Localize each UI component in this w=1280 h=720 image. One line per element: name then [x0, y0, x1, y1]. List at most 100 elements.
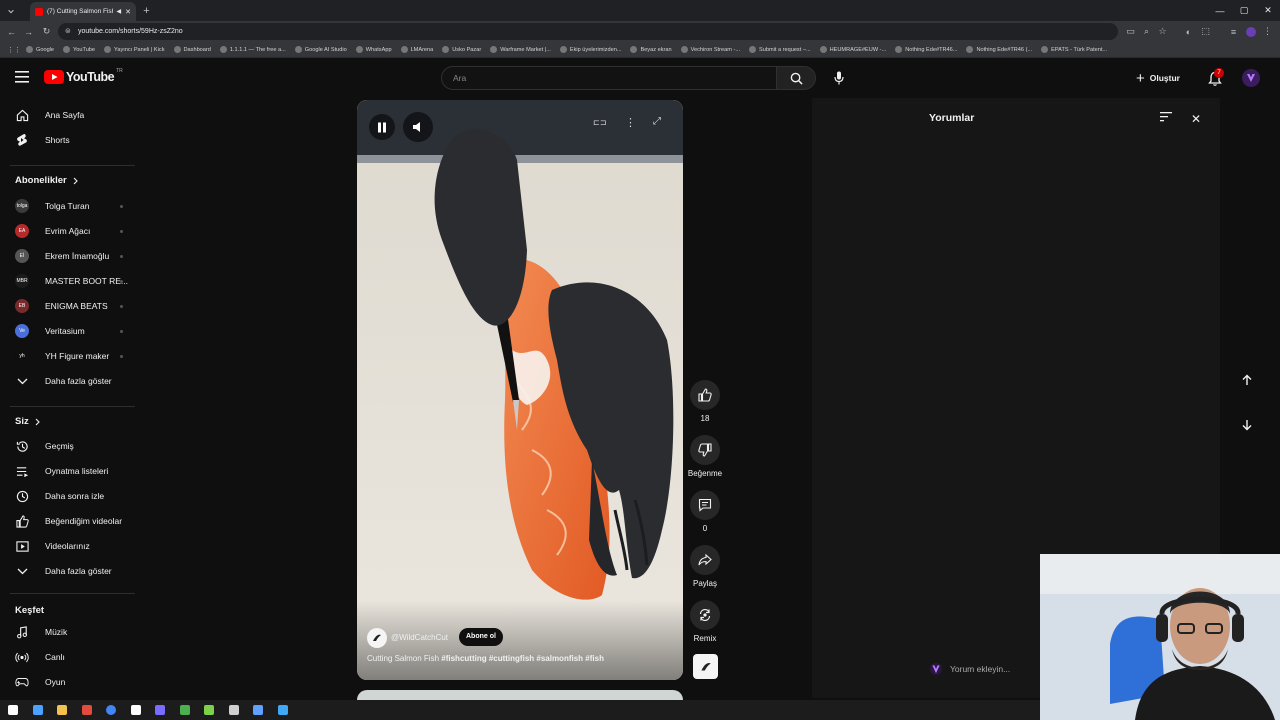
browser-menu-icon[interactable]: ⋮ — [1260, 24, 1275, 39]
sidebar-item-music[interactable]: Müzik — [0, 621, 145, 643]
forward-icon[interactable]: → — [21, 24, 36, 39]
previous-short-button[interactable] — [1237, 370, 1257, 390]
show-more-you[interactable]: Daha fazla göster — [0, 560, 145, 582]
extensions-puzzle-icon[interactable]: ⬚ — [1198, 24, 1213, 39]
window-close-icon[interactable]: ✕ — [1256, 0, 1280, 21]
youtube-logo[interactable]: YouTube TR — [44, 68, 123, 84]
tab-close-icon[interactable]: ✕ — [125, 8, 131, 16]
notifications-button[interactable]: 7 — [1206, 68, 1226, 88]
bookmark-item[interactable]: Yayıncı Paneli | Kick — [104, 46, 165, 53]
sidebar-item-playlist[interactable]: Oynatma listeleri — [0, 460, 145, 482]
bookmark-item[interactable]: Google AI Studio — [294, 46, 347, 53]
taskbar-search-icon[interactable] — [32, 705, 43, 715]
sidebar-item-history[interactable]: Geçmiş — [0, 435, 145, 457]
tab-search-toolbar-icon[interactable]: ≡ — [1226, 24, 1241, 39]
sidebar-item-clock[interactable]: Daha sonra izle — [0, 485, 145, 507]
app-icon[interactable] — [253, 705, 263, 715]
sidebar-item-shorts[interactable]: Shorts — [0, 129, 145, 151]
dislike-button[interactable] — [690, 435, 720, 465]
bookmark-item[interactable]: Nothing Ede#TR46... — [895, 46, 957, 53]
steam-icon[interactable] — [130, 705, 141, 715]
apps-grid-icon[interactable]: ⋮⋮ — [7, 46, 21, 54]
bookmark-item[interactable]: Dashboard — [173, 46, 211, 53]
browser-tab-active[interactable]: (7) Cutting Salmon Fish #fi ◀ ✕ — [30, 2, 136, 21]
bookmark-item[interactable]: Usko Pazar — [442, 46, 481, 53]
subscription-item[interactable]: EB ENIGMA BEATS — [0, 295, 145, 317]
bookmark-item[interactable]: Nothing Ede#TR46 (... — [966, 46, 1032, 53]
search-input[interactable]: Ara — [441, 66, 777, 90]
app-icon[interactable] — [228, 705, 239, 715]
comments-button[interactable] — [690, 490, 720, 520]
discord-icon[interactable] — [155, 705, 165, 715]
maximize-icon[interactable]: ▢ — [1232, 0, 1256, 21]
file-explorer-icon[interactable] — [57, 705, 67, 715]
bookmark-star-icon[interactable]: ☆ — [1155, 24, 1170, 39]
subscriptions-header[interactable]: Abonelikler — [15, 175, 78, 186]
channel-avatar[interactable] — [367, 628, 387, 648]
next-short-button[interactable] — [1237, 415, 1257, 435]
sidebar-item-thumbs-up[interactable]: Beğendiğim videolar — [0, 510, 145, 532]
bookmark-item[interactable]: Vechiron Stream -... — [680, 46, 740, 53]
sidebar-item-live[interactable]: Canlı — [0, 646, 145, 668]
bookmark-item[interactable]: 1.1.1.1 — The free a... — [219, 46, 286, 53]
app-icon[interactable] — [277, 705, 288, 715]
tab-audio-icon[interactable]: ◀ — [117, 8, 122, 15]
voice-search-button[interactable] — [829, 69, 849, 87]
sidebar-item-gaming[interactable]: Oyun — [0, 671, 145, 693]
you-header[interactable]: Siz — [15, 416, 40, 427]
windows-start-icon[interactable] — [8, 705, 18, 715]
sort-comments-button[interactable] — [1160, 112, 1172, 122]
bookmark-item[interactable]: WhatsApp — [355, 46, 392, 53]
cast-icon[interactable]: ▭ — [1123, 24, 1138, 39]
subscription-item[interactable]: yh YH Figure maker — [0, 345, 145, 367]
new-tab-button[interactable]: + — [139, 3, 154, 18]
more-options-icon[interactable]: ⋮ — [625, 116, 636, 129]
pause-button[interactable] — [369, 114, 395, 140]
bookmark-item[interactable]: Google — [26, 46, 54, 53]
minimize-icon[interactable]: — — [1208, 0, 1232, 21]
subscription-item[interactable]: MBR MASTER BOOT RE... — [0, 270, 145, 292]
volume-button[interactable] — [403, 112, 433, 142]
app-icon[interactable] — [179, 705, 190, 715]
create-button[interactable]: + Oluştur — [1136, 67, 1180, 89]
reload-icon[interactable]: ↻ — [39, 24, 54, 39]
subscription-item[interactable]: EA Evrim Ağacı — [0, 220, 145, 242]
chrome-icon[interactable] — [106, 705, 116, 715]
like-button[interactable] — [690, 380, 720, 410]
bookmark-item[interactable]: Ekip üyelerimizden... — [559, 46, 621, 53]
bookmark-item[interactable]: HEUMRAGE#EUW -... — [819, 46, 886, 53]
shorts-video-player[interactable]: ⊏⊐ ⋮ ⤢ @WildCatchCut Abone ol Cutting Sa… — [357, 100, 683, 680]
app-icon[interactable] — [204, 705, 214, 715]
close-comments-button[interactable]: ✕ — [1191, 112, 1201, 126]
subscription-item[interactable]: Ve Veritasium — [0, 320, 145, 342]
back-icon[interactable]: ← — [4, 24, 19, 39]
next-short-preview[interactable] — [357, 690, 683, 700]
remix-button[interactable] — [690, 600, 720, 630]
subscribe-button[interactable]: Abone ol — [459, 628, 503, 646]
bookmark-item[interactable]: YouTube — [63, 46, 95, 53]
share-button[interactable] — [690, 545, 720, 575]
search-button[interactable] — [776, 66, 816, 90]
bookmark-item[interactable]: LMArena — [400, 46, 433, 53]
bookmark-item[interactable]: Submit a request –... — [749, 46, 811, 53]
captions-icon[interactable]: ⊏⊐ — [593, 118, 606, 127]
fullscreen-icon[interactable]: ⤢ — [653, 116, 661, 127]
profile-icon[interactable] — [1243, 24, 1258, 39]
bookmark-item[interactable]: Warframe Market |... — [490, 46, 551, 53]
sidebar-item-home[interactable]: Ana Sayfa — [0, 104, 145, 126]
channel-handle[interactable]: @WildCatchCut — [391, 633, 448, 642]
subscription-item[interactable]: tolga Tolga Turan — [0, 195, 145, 217]
show-more-subscriptions[interactable]: Daha fazla göster — [0, 370, 145, 392]
account-avatar[interactable] — [1242, 69, 1260, 87]
subscription-item[interactable]: Eİ Ekrem İmamoğlu — [0, 245, 145, 267]
address-bar[interactable]: ⊜ youtube.com/shorts/59Hz-zsZ2no — [58, 23, 1118, 40]
tab-search-icon[interactable] — [3, 3, 18, 18]
sidebar-item-video[interactable]: Videolarınız — [0, 535, 145, 557]
zoom-icon[interactable]: ⌕ — [1139, 24, 1154, 39]
extension-icon[interactable]: ◐ — [1181, 24, 1196, 39]
app-icon[interactable] — [81, 705, 92, 715]
bookmark-item[interactable]: EPATS - Türk Patent... — [1041, 46, 1107, 53]
sound-source-thumbnail[interactable] — [693, 654, 718, 679]
hamburger-menu-icon[interactable] — [15, 71, 29, 83]
site-info-icon[interactable]: ⊜ — [65, 27, 71, 35]
